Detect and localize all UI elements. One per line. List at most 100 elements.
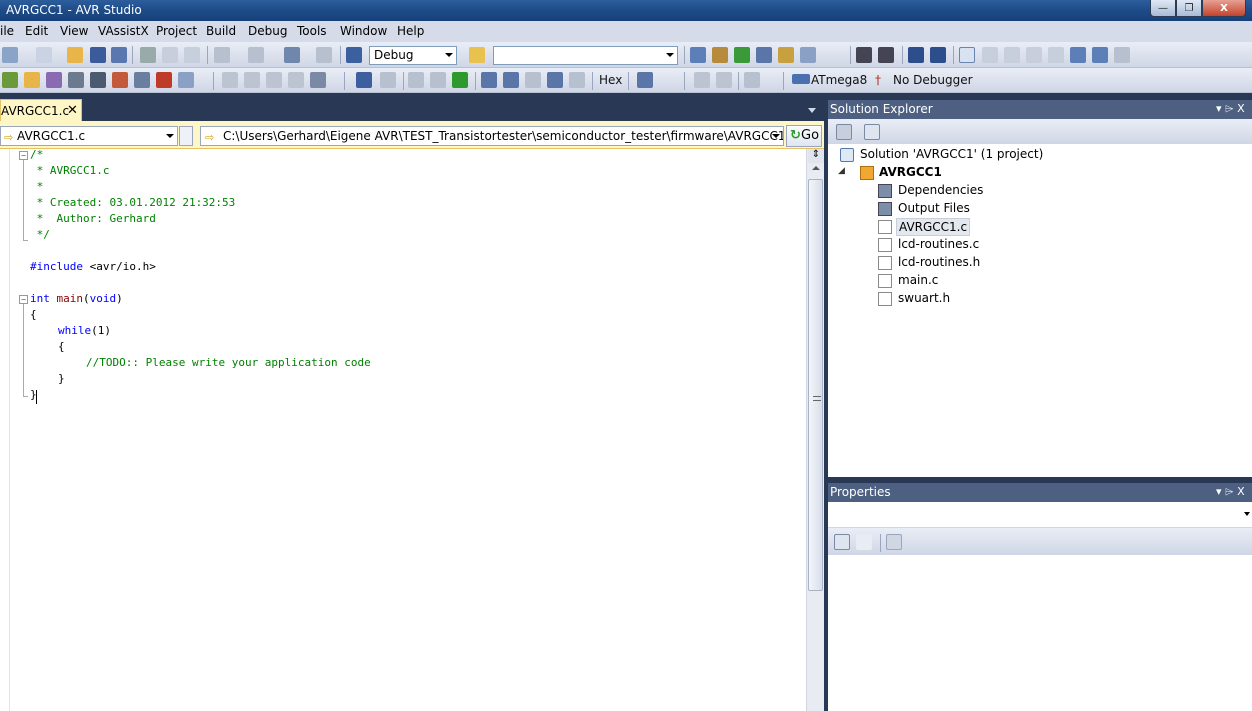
tree-item-lcd-routines-h[interactable]: lcd-routines.h: [898, 255, 980, 269]
split-window-icon[interactable]: ⇕: [808, 149, 824, 163]
menu-build[interactable]: Build: [206, 24, 236, 38]
scope-spinner[interactable]: [179, 126, 193, 146]
run-to-cursor-icon[interactable]: [525, 72, 541, 88]
tab-avrgcc1-c[interactable]: AVRGCC1.c ✕: [0, 99, 82, 121]
file-scope-select[interactable]: ⇨ AVRGCC1.c: [0, 126, 178, 146]
go-button[interactable]: ↻ Go: [786, 125, 822, 147]
file-path-select[interactable]: ⇨ C:\Users\Gerhard\Eigene AVR\TEST_Trans…: [200, 126, 784, 146]
spell-check-icon[interactable]: [156, 72, 172, 88]
memory-map-icon[interactable]: [694, 72, 710, 88]
tree-item-output-files[interactable]: Output Files: [898, 201, 970, 215]
categorized-icon[interactable]: [834, 534, 850, 550]
menu-project[interactable]: Project: [156, 24, 197, 38]
next-bookmark-icon[interactable]: [1004, 47, 1020, 63]
panel-window-controls[interactable]: ▾ ⌲ X: [1216, 102, 1245, 116]
tree-item-main-c[interactable]: main.c: [898, 273, 938, 287]
register-map-icon[interactable]: [716, 72, 732, 88]
code-snippet-icon[interactable]: [134, 72, 150, 88]
tree-item-swuart-h[interactable]: swuart.h: [898, 291, 950, 305]
comment-lines-icon[interactable]: [908, 47, 924, 63]
solution-explorer-icon[interactable]: [690, 47, 706, 63]
next-bookmark-doc-icon[interactable]: [1092, 47, 1108, 63]
run-icon[interactable]: [452, 72, 468, 88]
close-tab-icon[interactable]: ✕: [67, 103, 78, 118]
references-icon[interactable]: [178, 72, 194, 88]
breakpoint-icon[interactable]: [112, 72, 128, 88]
tree-project[interactable]: AVRGCC1: [879, 165, 942, 179]
new-file-icon[interactable]: [2, 72, 18, 88]
find-icon[interactable]: [68, 72, 84, 88]
editor-vertical-scrollbar[interactable]: ⇕: [806, 149, 824, 711]
navigate-backward-icon[interactable]: [284, 47, 300, 63]
device-tools-icon[interactable]: [744, 72, 760, 88]
clear-bookmarks-icon[interactable]: [1114, 47, 1130, 63]
minimize-button[interactable]: —: [1150, 0, 1176, 17]
toggle-bookmark-icon[interactable]: [959, 47, 975, 63]
add-item-icon[interactable]: [36, 47, 52, 63]
menu-help[interactable]: Help: [397, 24, 424, 38]
menu-view[interactable]: View: [60, 24, 88, 38]
close-button[interactable]: X: [1202, 0, 1246, 17]
open-folder-icon[interactable]: [67, 47, 83, 63]
menu-edit[interactable]: Edit: [25, 24, 48, 38]
next-bookmark-folder-icon[interactable]: [1048, 47, 1064, 63]
tree-item-dependencies[interactable]: Dependencies: [898, 183, 983, 197]
watch-window-icon[interactable]: [637, 72, 653, 88]
menu-vassistx[interactable]: VAssistX: [98, 24, 149, 38]
menu-debug[interactable]: Debug: [248, 24, 287, 38]
sort-alphabetical-icon[interactable]: [856, 534, 872, 550]
tree-solution[interactable]: Solution 'AVRGCC1' (1 project): [860, 147, 1043, 161]
debugger-selector[interactable]: No Debugger: [893, 73, 973, 87]
tree-item-avrgcc1-c[interactable]: AVRGCC1.c: [896, 218, 971, 236]
find-combo[interactable]: [493, 46, 678, 65]
save-icon[interactable]: [90, 47, 106, 63]
previous-bookmark-doc-icon[interactable]: [1070, 47, 1086, 63]
previous-bookmark-icon[interactable]: [982, 47, 998, 63]
extension-manager-icon[interactable]: [778, 47, 794, 63]
panel-window-controls[interactable]: ▾ ⌲ X: [1216, 485, 1245, 499]
break-all-icon[interactable]: [430, 72, 446, 88]
menu-window[interactable]: Window: [340, 24, 387, 38]
decrease-indent-icon[interactable]: [856, 47, 872, 63]
hex-display-toggle[interactable]: Hex: [599, 73, 622, 87]
scroll-up-icon[interactable]: [812, 166, 820, 170]
collapse-function-icon[interactable]: −: [19, 295, 28, 304]
device-selector[interactable]: ATmega8: [811, 73, 867, 87]
menu-tools[interactable]: Tools: [297, 24, 327, 38]
registers-icon[interactable]: [266, 72, 282, 88]
undo-icon[interactable]: [214, 47, 230, 63]
save-all-icon[interactable]: [111, 47, 127, 63]
find-in-files-icon[interactable]: [469, 47, 485, 63]
paste-icon[interactable]: [184, 47, 200, 63]
new-project-icon[interactable]: [2, 47, 18, 63]
properties-window-icon[interactable]: [712, 47, 728, 63]
show-next-statement-icon[interactable]: [569, 72, 585, 88]
redo-icon[interactable]: [248, 47, 264, 63]
step-over-icon[interactable]: [408, 72, 424, 88]
uncomment-lines-icon[interactable]: [930, 47, 946, 63]
menu-file[interactable]: ile: [0, 24, 14, 38]
show-all-files-icon[interactable]: [864, 124, 880, 140]
tab-dropdown-icon[interactable]: [808, 108, 816, 113]
previous-bookmark-folder-icon[interactable]: [1026, 47, 1042, 63]
start-debugging-icon[interactable]: [346, 47, 362, 63]
increase-indent-icon[interactable]: [878, 47, 894, 63]
disassembly-icon[interactable]: [288, 72, 304, 88]
memory-window-icon[interactable]: [222, 72, 238, 88]
command-window-icon[interactable]: [800, 47, 816, 63]
object-browser-icon[interactable]: [734, 47, 750, 63]
step-out-icon[interactable]: [503, 72, 519, 88]
copy-icon[interactable]: [162, 47, 178, 63]
stop-debugging-icon[interactable]: [380, 72, 396, 88]
toolbox-icon[interactable]: [756, 47, 772, 63]
expanded-triangle-icon[interactable]: ◢: [838, 166, 845, 176]
io-view-icon[interactable]: [244, 72, 260, 88]
properties-icon[interactable]: [836, 124, 852, 140]
navigate-forward-icon[interactable]: [316, 47, 332, 63]
properties-object-select[interactable]: [828, 502, 1252, 528]
device-programming-icon[interactable]: [46, 72, 62, 88]
replace-icon[interactable]: [90, 72, 106, 88]
solution-configuration-select[interactable]: Debug: [369, 46, 457, 65]
continue-debug-icon[interactable]: [356, 72, 372, 88]
collapse-comment-icon[interactable]: −: [19, 151, 28, 160]
